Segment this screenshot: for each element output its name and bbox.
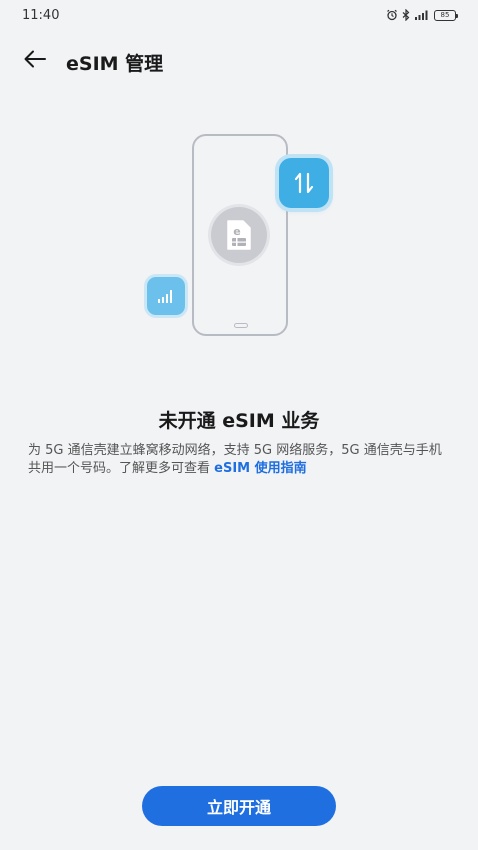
home-indicator bbox=[234, 323, 248, 328]
esim-letter: e bbox=[233, 225, 240, 238]
esim-illustration: e bbox=[0, 120, 478, 350]
signal-bars-icon bbox=[147, 277, 185, 315]
status-time: 11:40 bbox=[22, 8, 60, 23]
page-title: eSIM 管理 bbox=[66, 53, 164, 75]
title-bar: eSIM 管理 bbox=[0, 38, 478, 84]
battery-level: 85 bbox=[440, 10, 450, 19]
activate-button[interactable]: 立即开通 bbox=[142, 786, 336, 826]
esim-guide-link[interactable]: eSIM 使用指南 bbox=[214, 461, 306, 476]
back-button[interactable] bbox=[20, 47, 50, 75]
headline: 未开通 eSIM 业务 bbox=[158, 410, 320, 432]
battery-icon: 85 bbox=[434, 9, 458, 21]
data-transfer-icon bbox=[279, 158, 329, 208]
esim-card-icon: e bbox=[211, 207, 267, 263]
status-icons: 85 bbox=[386, 9, 458, 21]
bluetooth-icon bbox=[402, 9, 410, 21]
back-arrow-icon bbox=[23, 49, 47, 73]
status-bar: 11:40 85 bbox=[0, 0, 478, 32]
description: 为 5G 通信壳建立蜂窝移动网络，支持 5G 网络服务，5G 通信壳与手机共用一… bbox=[28, 442, 452, 478]
signal-icon bbox=[414, 9, 430, 21]
alarm-icon bbox=[386, 9, 398, 21]
